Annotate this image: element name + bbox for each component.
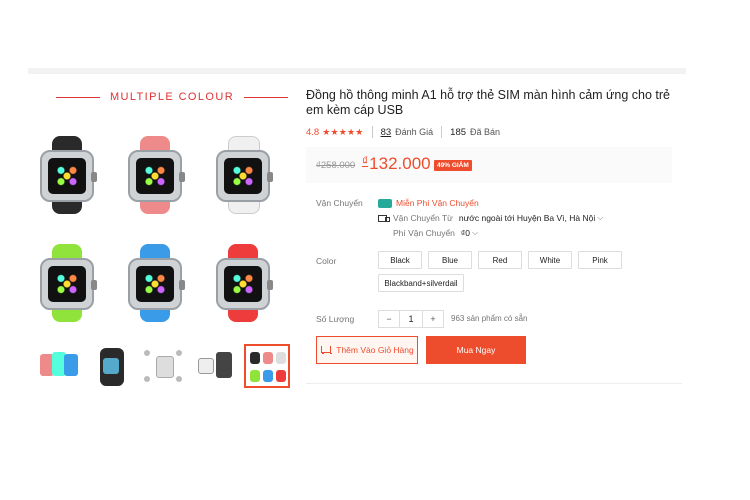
thumbnail-5-selected[interactable] bbox=[244, 344, 290, 388]
reviews-count[interactable]: 83 bbox=[381, 127, 392, 138]
quantity-stepper: − 1 + bbox=[378, 310, 444, 328]
ship-from-label: Vận Chuyển Từ bbox=[393, 213, 453, 223]
watch-green bbox=[36, 244, 98, 322]
cart-icon bbox=[320, 345, 333, 355]
truck-icon bbox=[378, 214, 390, 223]
quantity-decrease-button[interactable]: − bbox=[379, 311, 399, 327]
color-option-blackband[interactable]: Blackband+silverdail bbox=[378, 274, 464, 292]
chevron-down-icon[interactable]: ⌵ bbox=[472, 228, 478, 238]
banner-line-right bbox=[244, 97, 288, 98]
rating-row: 4.8 ★★★★★ 83 Đánh Giá 185 Đã Bán bbox=[306, 124, 500, 140]
rating-stars: ★★★★★ bbox=[322, 126, 364, 137]
add-to-cart-label: Thêm Vào Giỏ Hàng bbox=[336, 345, 414, 355]
product-gallery: MULTIPLE COLOUR bbox=[28, 74, 296, 392]
gallery-banner: MULTIPLE COLOUR bbox=[56, 91, 288, 105]
watch-red bbox=[212, 244, 274, 322]
watch-pink bbox=[124, 136, 186, 214]
sold-count: 185 bbox=[450, 126, 467, 138]
watch-blue bbox=[124, 244, 186, 322]
free-shipping-text: Miễn Phí Vận Chuyển bbox=[396, 198, 479, 208]
thumbnail-3[interactable] bbox=[140, 344, 186, 388]
thumbnail-1[interactable] bbox=[36, 344, 82, 388]
color-option-pink[interactable]: Pink bbox=[578, 251, 622, 269]
thumbnail-strip bbox=[36, 344, 292, 390]
product-info: Đồng hồ thông minh A1 hỗ trợ thẻ SIM màn… bbox=[306, 74, 682, 392]
sale-price: ₫132.000 bbox=[362, 154, 431, 174]
watch-white bbox=[212, 136, 274, 214]
divider bbox=[441, 126, 443, 138]
color-option-white[interactable]: White bbox=[528, 251, 572, 269]
color-label: Color bbox=[316, 256, 337, 266]
sale-price-value: 132.000 bbox=[369, 154, 431, 173]
product-title: Đồng hồ thông minh A1 hỗ trợ thẻ SIM màn… bbox=[306, 88, 670, 117]
rating-value[interactable]: 4.8 bbox=[306, 127, 319, 138]
sold-label: Đã Bán bbox=[470, 127, 501, 137]
free-shipping: Miễn Phí Vận Chuyển bbox=[378, 198, 479, 208]
stock-text: 963 sản phẩm có sẵn bbox=[451, 314, 528, 323]
color-option-black[interactable]: Black bbox=[378, 251, 422, 269]
price-box: ₫258.000 ₫132.000 49% GIẢM bbox=[306, 147, 672, 183]
ship-fee-label: Phí Vận Chuyển bbox=[393, 228, 455, 238]
color-option-blue[interactable]: Blue bbox=[428, 251, 472, 269]
add-to-cart-button[interactable]: Thêm Vào Giỏ Hàng bbox=[316, 336, 418, 364]
quantity-increase-button[interactable]: + bbox=[423, 311, 443, 327]
currency-symbol: ₫ bbox=[362, 154, 369, 168]
thumbnail-2[interactable] bbox=[88, 344, 134, 388]
divider bbox=[306, 383, 682, 384]
color-option-red[interactable]: Red bbox=[478, 251, 522, 269]
original-price: ₫258.000 bbox=[316, 160, 356, 171]
shipping-label: Vận Chuyển bbox=[316, 198, 363, 208]
thumbnail-4[interactable] bbox=[192, 344, 238, 388]
reviews-label: Đánh Giá bbox=[395, 127, 434, 137]
watch-black bbox=[36, 136, 98, 214]
ship-fee-row: Phí Vận Chuyển ₫0 ⌵ bbox=[393, 228, 478, 238]
main-product-image[interactable] bbox=[36, 126, 288, 322]
discount-badge: 49% GIẢM bbox=[434, 160, 472, 171]
divider bbox=[371, 126, 373, 138]
ship-from-value[interactable]: nước ngoài tới Huyện Ba Vì, Hà Nội bbox=[459, 213, 595, 223]
quantity-input[interactable]: 1 bbox=[399, 311, 423, 327]
ship-fee-value[interactable]: ₫0 bbox=[461, 228, 470, 238]
chevron-down-icon[interactable]: ⌵ bbox=[597, 213, 603, 223]
quantity-label: Số Lượng bbox=[316, 314, 355, 324]
buy-now-button[interactable]: Mua Ngay bbox=[426, 336, 526, 364]
product-card: MULTIPLE COLOUR Đồng hồ thông minh A1 hỗ… bbox=[28, 68, 686, 392]
banner-line-left bbox=[56, 97, 100, 98]
free-shipping-icon bbox=[378, 198, 392, 208]
banner-text: MULTIPLE COLOUR bbox=[109, 91, 235, 103]
ship-from-row: Vận Chuyển Từ nước ngoài tới Huyện Ba Vì… bbox=[378, 213, 603, 223]
